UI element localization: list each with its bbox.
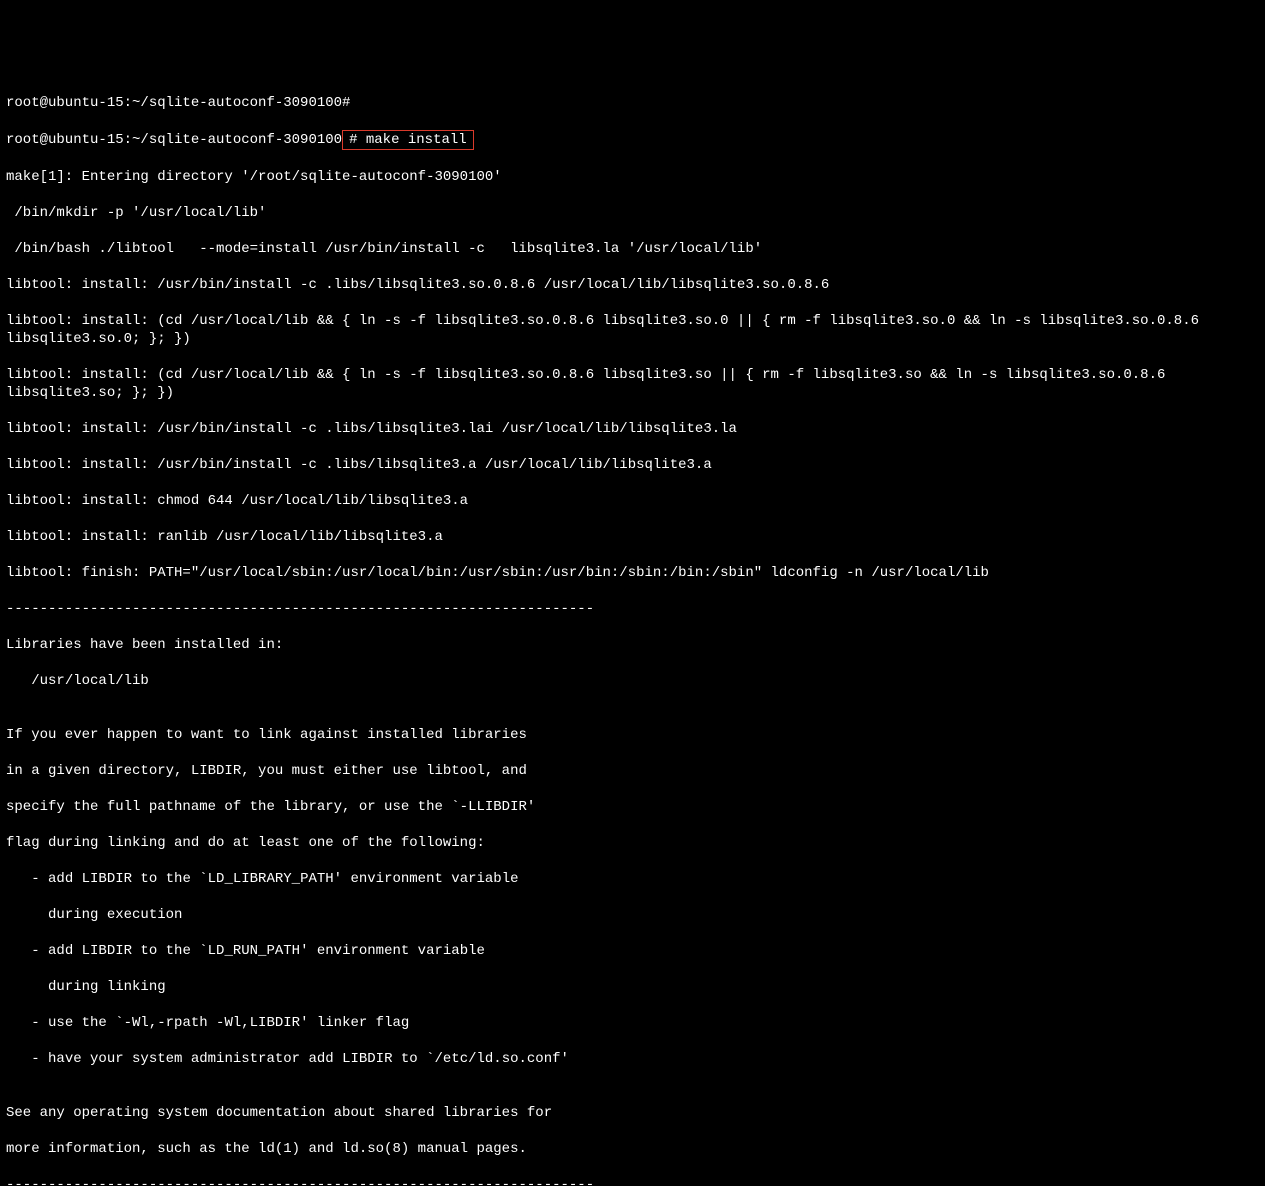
output-line: more information, such as the ld(1) and …	[6, 1140, 1259, 1158]
output-line: /bin/bash ./libtool --mode=install /usr/…	[6, 240, 1259, 258]
output-line: ----------------------------------------…	[6, 600, 1259, 618]
output-line: libtool: install: /usr/bin/install -c .l…	[6, 420, 1259, 438]
output-line: - have your system administrator add LIB…	[6, 1050, 1259, 1068]
output-line: make[1]: Entering directory '/root/sqlit…	[6, 168, 1259, 186]
output-line: Libraries have been installed in:	[6, 636, 1259, 654]
output-line: /usr/local/lib	[6, 672, 1259, 690]
output-line: libtool: install: /usr/bin/install -c .l…	[6, 456, 1259, 474]
output-line: - add LIBDIR to the `LD_LIBRARY_PATH' en…	[6, 870, 1259, 888]
highlighted-command: # make install	[342, 130, 474, 150]
output-line: libtool: install: (cd /usr/local/lib && …	[6, 366, 1259, 402]
output-line: libtool: install: chmod 644 /usr/local/l…	[6, 492, 1259, 510]
output-line: specify the full pathname of the library…	[6, 798, 1259, 816]
output-line: - use the `-Wl,-rpath -Wl,LIBDIR' linker…	[6, 1014, 1259, 1032]
output-line: - add LIBDIR to the `LD_RUN_PATH' enviro…	[6, 942, 1259, 960]
output-line: /bin/mkdir -p '/usr/local/lib'	[6, 204, 1259, 222]
output-line: during linking	[6, 978, 1259, 996]
output-line: libtool: install: (cd /usr/local/lib && …	[6, 312, 1259, 348]
output-line: libtool: finish: PATH="/usr/local/sbin:/…	[6, 564, 1259, 582]
prompt-text: root@ubuntu-15:~/sqlite-autoconf-3090100…	[6, 95, 350, 111]
output-line: in a given directory, LIBDIR, you must e…	[6, 762, 1259, 780]
output-line: If you ever happen to want to link again…	[6, 726, 1259, 744]
output-line: See any operating system documentation a…	[6, 1104, 1259, 1122]
terminal-output[interactable]: root@ubuntu-15:~/sqlite-autoconf-3090100…	[6, 76, 1259, 1186]
output-line: libtool: install: ranlib /usr/local/lib/…	[6, 528, 1259, 546]
prompt-text: root@ubuntu-15:~/sqlite-autoconf-3090100	[6, 132, 342, 148]
output-line: flag during linking and do at least one …	[6, 834, 1259, 852]
prompt-line-2: root@ubuntu-15:~/sqlite-autoconf-3090100…	[6, 130, 1259, 150]
output-line: libtool: install: /usr/bin/install -c .l…	[6, 276, 1259, 294]
output-line: ----------------------------------------…	[6, 1176, 1259, 1186]
output-line: during execution	[6, 906, 1259, 924]
prompt-line-1: root@ubuntu-15:~/sqlite-autoconf-3090100…	[6, 94, 1259, 112]
